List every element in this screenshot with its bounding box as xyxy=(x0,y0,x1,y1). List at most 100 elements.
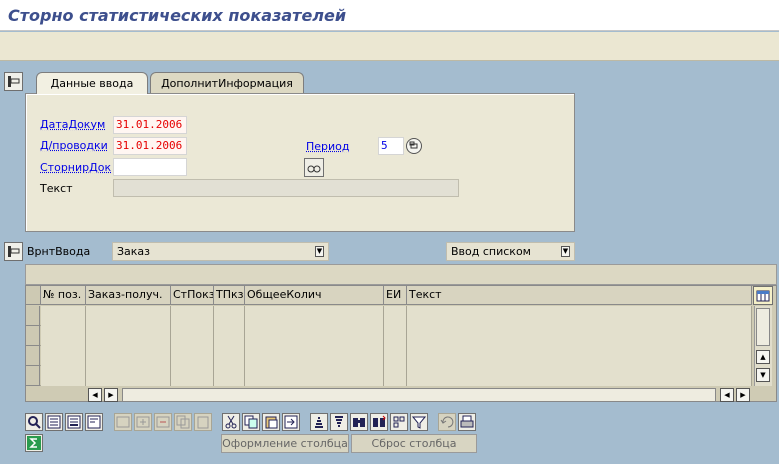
select-block-button[interactable] xyxy=(65,413,83,431)
vertical-scroll-thumb[interactable] xyxy=(756,308,770,346)
cell-uom[interactable] xyxy=(384,346,407,366)
collapse-grid-button[interactable] xyxy=(4,242,23,261)
paste-row-button[interactable] xyxy=(194,413,212,431)
delete-row-button[interactable] xyxy=(154,413,172,431)
cell-text[interactable] xyxy=(407,366,752,386)
cell-order[interactable] xyxy=(86,346,171,366)
row-selector[interactable] xyxy=(26,326,40,346)
expand-header-button[interactable] xyxy=(4,72,23,91)
cell-total-qty[interactable] xyxy=(245,366,384,386)
cell-uom[interactable] xyxy=(384,366,407,386)
cell-total-qty[interactable] xyxy=(245,326,384,346)
find-button[interactable] xyxy=(350,413,368,431)
table-row[interactable] xyxy=(26,306,752,326)
cell-stat-key[interactable] xyxy=(171,326,214,346)
cell-order[interactable] xyxy=(86,326,171,346)
tab-additional-info[interactable]: ДополнитИнформация xyxy=(150,72,304,93)
table-row[interactable] xyxy=(26,346,752,366)
scroll-down-button[interactable]: ▼ xyxy=(756,368,770,382)
sort-ascending-button[interactable] xyxy=(310,413,328,431)
date-post-field[interactable]: 31.01.2006 xyxy=(113,137,187,155)
column-settings-button[interactable] xyxy=(753,286,773,305)
col-header-total-qty[interactable]: ОбщееКолич xyxy=(245,286,384,305)
cell-stat-key[interactable] xyxy=(171,306,214,326)
scroll-left-button[interactable]: ▶ xyxy=(104,388,118,402)
scroll-first-button[interactable]: ◀ xyxy=(88,388,102,402)
cell-text[interactable] xyxy=(407,306,752,326)
filter-button[interactable] xyxy=(410,413,428,431)
paste-icon xyxy=(265,416,278,429)
undo-button[interactable] xyxy=(282,413,300,431)
cell-order[interactable] xyxy=(86,306,171,326)
reversal-doc-field[interactable] xyxy=(113,158,187,176)
cell-key-type[interactable] xyxy=(214,326,245,346)
cell-total-qty[interactable] xyxy=(245,346,384,366)
cut-button[interactable] xyxy=(222,413,240,431)
cell-uom[interactable] xyxy=(384,326,407,346)
col-header-stat-key[interactable]: СтПокз xyxy=(171,286,214,305)
select-all-header[interactable] xyxy=(26,286,41,305)
cell-key-type[interactable] xyxy=(214,366,245,386)
sort-icon xyxy=(315,417,323,428)
period-help-button[interactable] xyxy=(406,138,422,154)
execute-button[interactable] xyxy=(304,158,324,177)
cell-item[interactable] xyxy=(41,306,86,326)
table-row[interactable] xyxy=(26,326,752,346)
cell-key-type[interactable] xyxy=(214,306,245,326)
cell-key-type[interactable] xyxy=(214,346,245,366)
sort-descending-button[interactable] xyxy=(330,413,348,431)
scroll-prev-button[interactable]: ◀ xyxy=(720,388,734,402)
cell-order[interactable] xyxy=(86,366,171,386)
paste-button[interactable] xyxy=(262,413,280,431)
column-reset-button[interactable]: Сброс столбца xyxy=(351,434,477,453)
horizontal-scrollbar[interactable] xyxy=(122,388,716,402)
text-field[interactable] xyxy=(113,179,459,197)
copy-row-icon xyxy=(176,415,190,429)
total-button[interactable] xyxy=(390,413,408,431)
vertical-scrollbar[interactable]: ▲ ▼ xyxy=(754,306,772,386)
cell-stat-key[interactable] xyxy=(171,346,214,366)
select-all-button[interactable] xyxy=(45,413,63,431)
copy-row-button[interactable] xyxy=(174,413,192,431)
row-selector[interactable] xyxy=(26,346,40,366)
col-header-uom[interactable]: ЕИ xyxy=(384,286,407,305)
layout-button[interactable] xyxy=(438,413,456,431)
copy-button[interactable] xyxy=(242,413,260,431)
col-header-item[interactable]: № поз. xyxy=(41,286,86,305)
dropdown-arrow-icon: ▼ xyxy=(315,246,324,257)
cell-item[interactable] xyxy=(41,346,86,366)
magnifier-icon xyxy=(28,416,41,429)
date-doc-field[interactable]: 31.01.2006 xyxy=(113,116,187,134)
entry-variant-dropdown[interactable]: Заказ ▼ xyxy=(112,242,329,261)
grid-icon xyxy=(393,416,405,428)
col-header-order[interactable]: Заказ-получ. xyxy=(86,286,171,305)
table-row[interactable] xyxy=(26,366,752,386)
insert-row-button[interactable] xyxy=(114,413,132,431)
cell-text[interactable] xyxy=(407,346,752,366)
deselect-all-button[interactable] xyxy=(85,413,103,431)
tab-input-data[interactable]: Данные ввода xyxy=(36,72,148,94)
matchcode-icon xyxy=(409,141,418,149)
print-button[interactable] xyxy=(458,413,476,431)
cell-uom[interactable] xyxy=(384,306,407,326)
scroll-up-button[interactable]: ▲ xyxy=(756,350,770,364)
col-header-text[interactable]: Текст xyxy=(407,286,752,305)
cell-stat-key[interactable] xyxy=(171,366,214,386)
cell-total-qty[interactable] xyxy=(245,306,384,326)
sum-button[interactable] xyxy=(25,434,43,452)
cell-item[interactable] xyxy=(41,326,86,346)
col-header-key-type[interactable]: ТПкз xyxy=(214,286,245,305)
cell-item[interactable] xyxy=(41,366,86,386)
scroll-next-button[interactable]: ▶ xyxy=(736,388,750,402)
cell-text[interactable] xyxy=(407,326,752,346)
application-toolbar xyxy=(0,32,779,61)
entry-mode-dropdown[interactable]: Ввод списком ▼ xyxy=(446,242,575,261)
find-next-button[interactable] xyxy=(370,413,388,431)
column-format-button[interactable]: Оформление столбца xyxy=(221,434,349,453)
binoculars-next-icon xyxy=(373,415,386,427)
append-row-button[interactable] xyxy=(134,413,152,431)
details-button[interactable] xyxy=(25,413,43,431)
row-selector[interactable] xyxy=(26,366,40,386)
period-field[interactable]: 5 xyxy=(378,137,404,155)
row-selector[interactable] xyxy=(26,306,40,326)
